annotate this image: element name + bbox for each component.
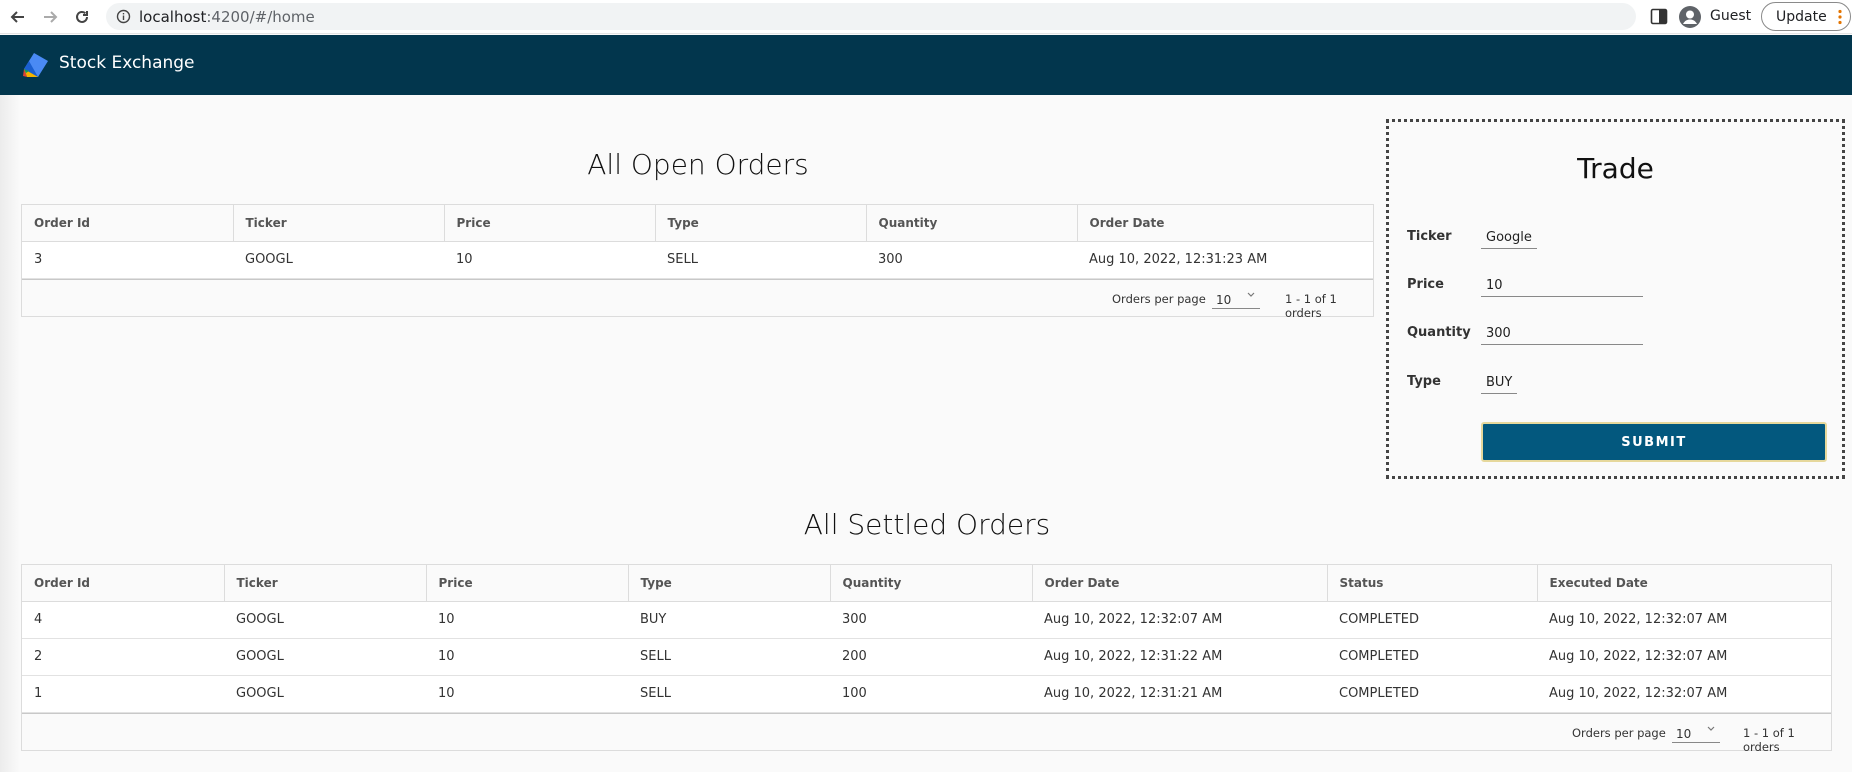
- open-orders-title: All Open Orders: [587, 148, 809, 181]
- chevron-down-icon: [1707, 726, 1715, 731]
- column-header[interactable]: Status: [1327, 565, 1538, 602]
- table-cell: Aug 10, 2022, 12:31:22 AM: [1032, 638, 1327, 676]
- column-header[interactable]: Type: [628, 565, 831, 602]
- column-header[interactable]: Type: [655, 205, 867, 242]
- table-cell: 300: [830, 601, 1032, 639]
- column-header[interactable]: Order Id: [22, 565, 225, 602]
- open-orders-table: Order Id Ticker Price Type Quantity Orde…: [21, 204, 1374, 320]
- site-info-icon[interactable]: [116, 9, 131, 24]
- table-cell: 2: [22, 638, 224, 676]
- table-cell: Aug 10, 2022, 12:31:21 AM: [1032, 675, 1327, 713]
- page-size-value: 10: [1216, 292, 1232, 307]
- address-url: localhost:4200/#/home: [139, 8, 315, 26]
- url-host: localhost: [139, 8, 207, 26]
- table-cell: Aug 10, 2022, 12:31:23 AM: [1077, 241, 1373, 279]
- trade-title: Trade: [1577, 152, 1654, 185]
- page-size-label: Orders per page: [1572, 725, 1666, 740]
- table-cell: GOOGL: [233, 241, 444, 279]
- table-cell: COMPLETED: [1327, 638, 1537, 676]
- table-cell: 3: [22, 241, 233, 279]
- table-cell: Aug 10, 2022, 12:32:07 AM: [1537, 638, 1831, 676]
- table-row[interactable]: 2 GOOGL 10 SELL 200 Aug 10, 2022, 12:31:…: [22, 638, 1831, 676]
- table-cell: COMPLETED: [1327, 675, 1537, 713]
- table-cell: 10: [426, 601, 628, 639]
- table-cell: GOOGL: [224, 675, 426, 713]
- table-cell: Aug 10, 2022, 12:32:07 AM: [1032, 601, 1327, 639]
- url-path: :4200/#/home: [206, 8, 315, 26]
- column-header[interactable]: Quantity: [866, 205, 1078, 242]
- page-range-label: 1 - 1 of 1 orders: [1743, 725, 1795, 754]
- table-cell: GOOGL: [224, 601, 426, 639]
- table-cell: COMPLETED: [1327, 601, 1537, 639]
- update-label: Update: [1776, 9, 1827, 25]
- type-select[interactable]: BUY: [1481, 375, 1518, 394]
- table-cell: SELL: [628, 638, 830, 676]
- table-cell: 4: [22, 601, 224, 639]
- table-cell: 200: [830, 638, 1032, 676]
- settled-orders-header-row: Order Id Ticker Price Type Quantity Orde…: [22, 565, 1831, 602]
- left-shadow: [0, 95, 20, 772]
- ticker-label: Ticker: [1407, 229, 1452, 244]
- table-cell: 10: [426, 675, 628, 713]
- trade-panel: Trade Ticker Google Price 10 Quantity 30…: [1386, 119, 1845, 479]
- column-header[interactable]: Order Date: [1077, 205, 1373, 242]
- forward-icon[interactable]: [38, 5, 62, 29]
- settled-orders-table: Order Id Ticker Price Type Quantity Orde…: [21, 564, 1832, 754]
- open-orders-header-row: Order Id Ticker Price Type Quantity Orde…: [22, 205, 1373, 242]
- type-label: Type: [1407, 374, 1441, 389]
- side-panel-icon[interactable]: [1650, 8, 1668, 25]
- address-bar[interactable]: localhost:4200/#/home: [106, 3, 1636, 30]
- column-header[interactable]: Price: [426, 565, 629, 602]
- page-size-select[interactable]: 10: [1672, 723, 1720, 743]
- app-logo-icon: [23, 53, 48, 77]
- more-menu-icon[interactable]: [1838, 9, 1842, 25]
- page-size-label: Orders per page: [1112, 291, 1206, 306]
- column-header[interactable]: Ticker: [224, 565, 427, 602]
- table-cell: 100: [830, 675, 1032, 713]
- table-row[interactable]: 1 GOOGL 10 SELL 100 Aug 10, 2022, 12:31:…: [22, 675, 1831, 713]
- table-cell: GOOGL: [224, 638, 426, 676]
- reload-icon[interactable]: [70, 5, 94, 29]
- quantity-input[interactable]: 300: [1481, 326, 1643, 345]
- column-header[interactable]: Order Date: [1032, 565, 1328, 602]
- app-title: Stock Exchange: [59, 53, 195, 73]
- column-header[interactable]: Order Id: [22, 205, 234, 242]
- profile-label[interactable]: Guest: [1710, 8, 1751, 24]
- browser-chrome: localhost:4200/#/home Guest Update: [0, 0, 1852, 34]
- column-header[interactable]: Quantity: [830, 565, 1033, 602]
- update-button[interactable]: Update: [1761, 2, 1851, 31]
- table-cell: 300: [866, 241, 1077, 279]
- table-cell: 1: [22, 675, 224, 713]
- table-row[interactable]: 3 GOOGL 10 SELL 300 Aug 10, 2022, 12:31:…: [22, 241, 1373, 279]
- table-cell: Aug 10, 2022, 12:32:07 AM: [1537, 601, 1831, 639]
- page-size-select[interactable]: 10: [1212, 289, 1260, 309]
- table-cell: Aug 10, 2022, 12:32:07 AM: [1537, 675, 1831, 713]
- page-size-value: 10: [1676, 726, 1692, 741]
- ticker-select[interactable]: Google: [1481, 230, 1537, 249]
- table-cell: SELL: [628, 675, 830, 713]
- column-header[interactable]: Ticker: [233, 205, 445, 242]
- page-range-label: 1 - 1 of 1 orders: [1285, 291, 1337, 320]
- table-cell: 10: [444, 241, 655, 279]
- table-row[interactable]: 4 GOOGL 10 BUY 300 Aug 10, 2022, 12:32:0…: [22, 601, 1831, 639]
- table-cell: BUY: [628, 601, 830, 639]
- table-cell: SELL: [655, 241, 866, 279]
- profile-avatar-icon[interactable]: [1678, 5, 1702, 29]
- settled-orders-paginator: Orders per page 10 1 - 1 of 1 orders: [22, 712, 1831, 754]
- table-cell: 10: [426, 638, 628, 676]
- price-input[interactable]: 10: [1481, 278, 1643, 297]
- submit-button[interactable]: SUBMIT: [1481, 422, 1827, 462]
- column-header[interactable]: Executed Date: [1537, 565, 1831, 602]
- column-header[interactable]: Price: [444, 205, 656, 242]
- open-orders-paginator: Orders per page 10 1 - 1 of 1 orders: [22, 278, 1373, 320]
- back-icon[interactable]: [6, 5, 30, 29]
- quantity-label: Quantity: [1407, 325, 1471, 340]
- chevron-down-icon: [1247, 292, 1255, 297]
- price-label: Price: [1407, 277, 1444, 292]
- app-toolbar: Stock Exchange: [0, 35, 1852, 95]
- settled-orders-title: All Settled Orders: [803, 508, 1051, 541]
